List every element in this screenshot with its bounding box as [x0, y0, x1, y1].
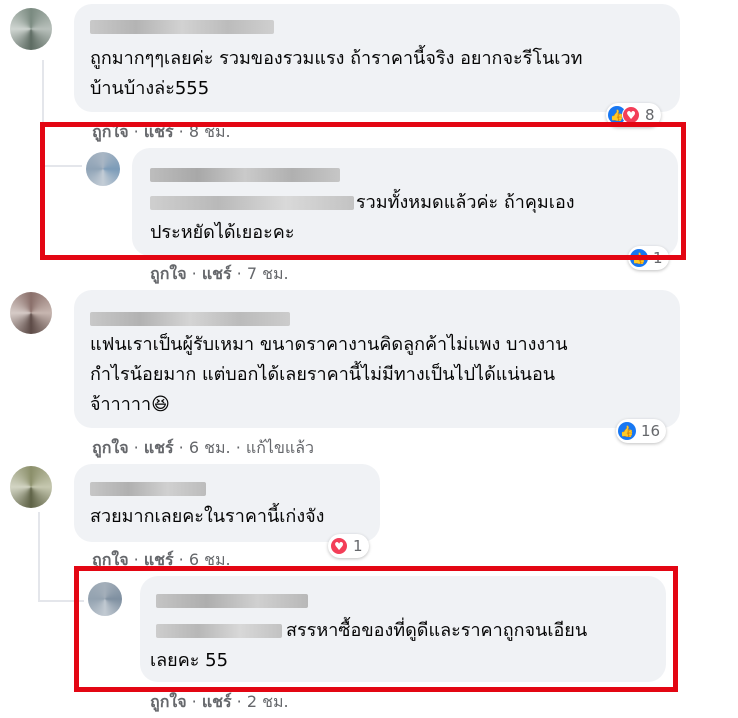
- highlight-box: [74, 566, 678, 692]
- author-name-blurred[interactable]: [90, 482, 206, 496]
- like-button[interactable]: ถูกใจ: [92, 438, 129, 457]
- comment-text: สวยมากเลยคะในราคานี้เก่งจัง: [90, 506, 325, 527]
- thread-line: [38, 512, 40, 600]
- highlight-box: [40, 122, 686, 260]
- avatar[interactable]: [10, 466, 52, 508]
- edited-link[interactable]: แก้ไขแล้ว: [246, 438, 314, 457]
- reaction-count[interactable]: ♥ 1: [328, 534, 369, 558]
- like-button[interactable]: ถูกใจ: [150, 692, 187, 711]
- love-reaction-icon: ♥: [330, 537, 348, 555]
- share-button[interactable]: แชร์: [144, 438, 174, 457]
- reaction-count[interactable]: 👍 16: [616, 419, 667, 443]
- comment-text: ถูกมากๆๆเลยค่ะ รวมของรวมแรง ถ้าราคานี้จร…: [90, 48, 583, 99]
- timestamp[interactable]: 6 ชม.: [189, 438, 231, 457]
- comment-actions: ถูกใจ · แชร์ · 2 ชม.: [150, 692, 289, 711]
- share-button[interactable]: แชร์: [202, 264, 232, 283]
- comment-actions: ถูกใจ · แชร์ · 7 ชม.: [150, 264, 289, 283]
- like-button[interactable]: ถูกใจ: [150, 264, 187, 283]
- like-reaction-icon: 👍: [618, 422, 636, 440]
- author-name-blurred[interactable]: [90, 312, 290, 326]
- comment-text: แฟนเราเป็นผู้รับเหมา ขนาดราคางานคิดลูกค้…: [90, 334, 568, 415]
- share-button[interactable]: แชร์: [202, 692, 232, 711]
- avatar[interactable]: [10, 292, 52, 334]
- timestamp[interactable]: 2 ชม.: [247, 692, 289, 711]
- timestamp[interactable]: 7 ชม.: [247, 264, 289, 283]
- avatar[interactable]: [10, 8, 52, 50]
- comment-actions: ถูกใจ · แชร์ · 6 ชม. · แก้ไขแล้ว: [92, 438, 314, 457]
- author-name-blurred[interactable]: [90, 20, 274, 34]
